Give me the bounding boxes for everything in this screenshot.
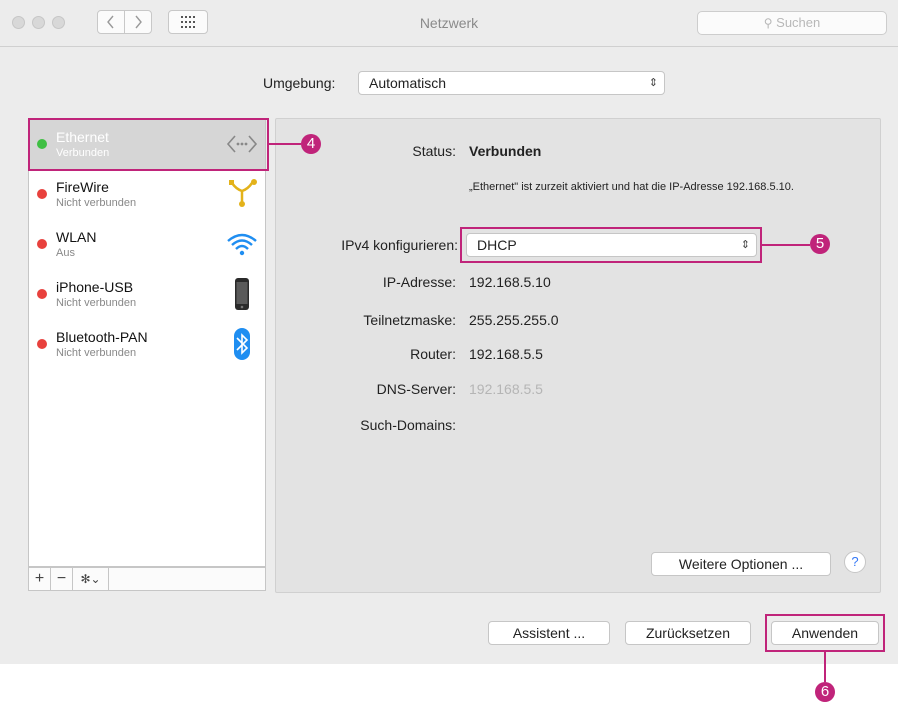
ip-address-value: 192.168.5.10 [469,274,551,290]
callout-marker-4: 4 [301,134,321,154]
environment-select[interactable]: Automatisch ⇕ [358,71,665,95]
gear-menu-button[interactable]: ✻⌄ [73,568,109,590]
network-preferences-window: Netzwerk ⚲ Suchen Umgebung: Automatisch … [0,0,898,664]
wifi-icon [227,233,257,256]
environment-value: Automatisch [369,75,447,91]
service-name: iPhone-USB [56,279,134,295]
router-value: 192.168.5.5 [469,346,543,362]
service-name: WLAN [56,229,97,245]
firewire-icon [229,179,257,207]
title-bar: Netzwerk ⚲ Suchen [0,0,898,47]
status-dot [37,289,47,299]
callout-line-6 [824,652,826,682]
callout-line-5 [762,244,810,246]
service-item-wlan[interactable]: WLAN Aus [29,219,265,269]
ip-address-label: IP-Adresse: [382,274,456,290]
reset-button[interactable]: Zurücksetzen [625,621,751,645]
service-status: Aus [56,247,75,259]
search-icon: ⚲ [763,16,773,30]
help-button[interactable]: ? [844,551,866,573]
callout-marker-6: 6 [815,682,835,702]
more-options-button[interactable]: Weitere Optionen ... [651,552,831,576]
dns-server-value: 192.168.5.5 [469,381,543,397]
service-list-toolbar: + − ✻⌄ [28,567,266,591]
bluetooth-icon [234,328,250,360]
service-status: Nicht verbunden [56,347,137,359]
service-status: Nicht verbunden [56,297,137,309]
status-dot [37,339,47,349]
service-name: FireWire [56,179,109,195]
subnet-mask-value: 255.255.255.0 [469,312,559,328]
iphone-icon [235,278,249,310]
ipv4-label: IPv4 konfigurieren: [341,237,458,253]
up-down-arrows-icon: ⇕ [648,77,658,89]
service-item-bluetooth-pan[interactable]: Bluetooth-PAN Nicht verbunden [29,319,265,369]
status-description: „Ethernet" ist zurzeit aktiviert und hat… [469,181,794,193]
highlight-ipv4 [460,227,762,263]
status-dot [37,189,47,199]
router-label: Router: [410,346,456,362]
subnet-mask-label: Teilnetzmaske: [363,312,456,328]
callout-line-4 [269,143,301,145]
search-field[interactable]: ⚲ Suchen [697,11,887,35]
status-dot [37,239,47,249]
search-placeholder: Suchen [776,15,821,30]
dns-server-label: DNS-Server: [376,381,456,397]
service-item-firewire[interactable]: FireWire Nicht verbunden [29,169,265,219]
assistant-button[interactable]: Assistent ... [488,621,610,645]
environment-label: Umgebung: [263,75,336,91]
callout-marker-5: 5 [810,234,830,254]
service-item-iphone-usb[interactable]: iPhone-USB Nicht verbunden [29,269,265,319]
add-service-button[interactable]: + [29,568,51,590]
status-value: Verbunden [469,143,542,159]
search-domains-label: Such-Domains: [360,417,456,433]
highlight-ethernet [28,118,269,171]
status-label: Status: [412,143,456,159]
highlight-apply [765,614,885,652]
service-name: Bluetooth-PAN [56,329,148,345]
service-list: Ethernet Verbunden FireWire Nicht verbun… [28,118,266,567]
service-status: Nicht verbunden [56,197,137,209]
remove-service-button[interactable]: − [51,568,73,590]
